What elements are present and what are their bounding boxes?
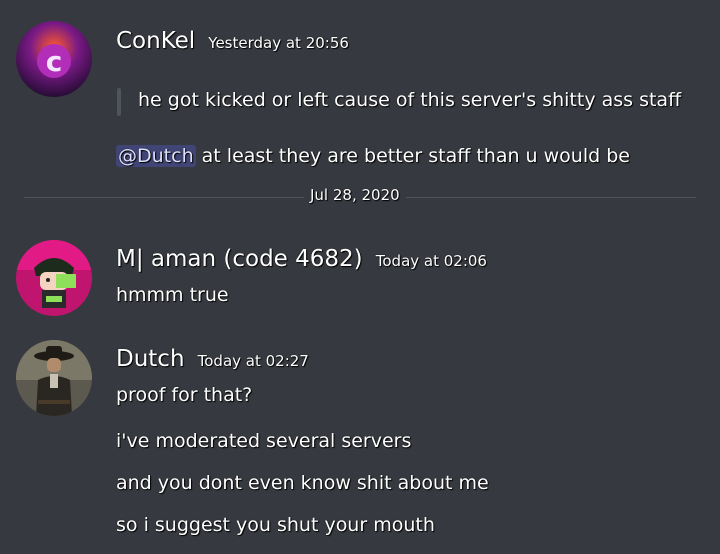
avatar-conkel[interactable]: c [16,21,92,97]
date-divider-label: Jul 28, 2020 [304,186,406,204]
dutch-cowboy-icon [16,340,92,416]
message-text: and you dont even know shit about me [116,472,489,494]
message-text: so i suggest you shut your mouth [116,514,435,536]
message-text: i've moderated several servers [116,430,412,452]
quote-bar [117,88,121,116]
user-mention[interactable]: @Dutch [116,145,196,167]
aman-anime-character-icon [16,240,92,316]
message-header-dutch: Dutch Today at 02:27 [116,346,309,372]
timestamp[interactable]: Yesterday at 20:56 [208,34,349,52]
message-text: at least they are better staff than u wo… [195,145,630,167]
avatar-dutch[interactable] [16,340,92,416]
conkel-c-logo-icon: c [16,21,92,97]
message-text: hmmm true [116,284,229,306]
timestamp[interactable]: Today at 02:06 [376,252,487,270]
username[interactable]: ConKel [116,28,195,54]
svg-text:c: c [46,45,63,78]
message-text: proof for that? [116,384,253,406]
message-content: @Dutch at least they are better staff th… [116,145,630,167]
avatar-aman[interactable] [16,240,92,316]
quoted-message: he got kicked or left cause of this serv… [138,89,682,111]
username[interactable]: M| aman (code 4682) [116,246,363,272]
username[interactable]: Dutch [116,346,185,372]
timestamp[interactable]: Today at 02:27 [198,352,309,370]
message-header-aman: M| aman (code 4682) Today at 02:06 [116,246,487,272]
message-header-conkel: ConKel Yesterday at 20:56 [116,28,349,54]
